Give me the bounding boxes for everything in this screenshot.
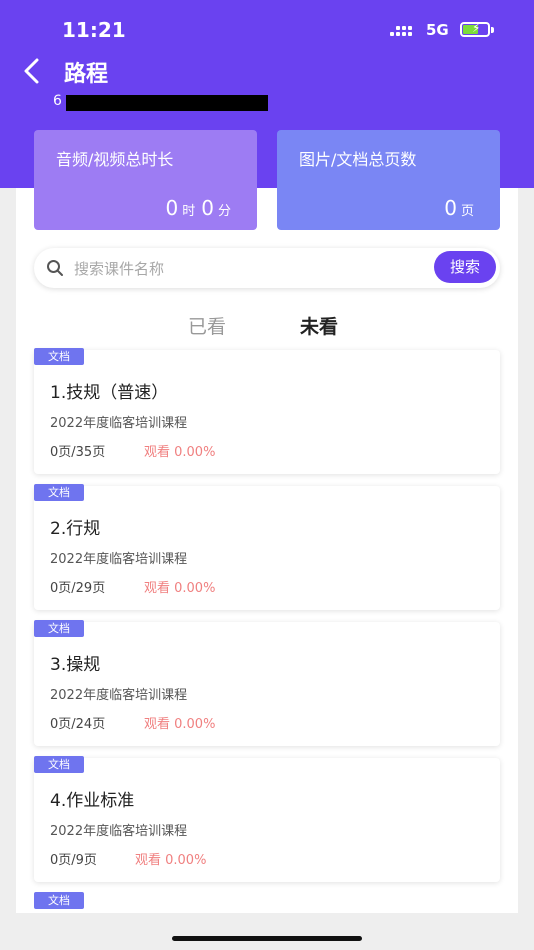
course-progress: 观看 0.00%: [144, 717, 216, 732]
course-title: 2.行规: [50, 519, 101, 539]
network-label: 5G: [426, 21, 449, 39]
course-card[interactable]: 文档 4.作业标准 2022年度临客培训课程 0页/9页 观看 0.00%: [34, 756, 500, 882]
course-subtitle: 2022年度临客培训课程: [50, 416, 188, 431]
course-page-count: 0页/9页: [50, 853, 97, 868]
media-hours-value: 0: [165, 196, 179, 220]
doc-type-badge: 文档: [34, 484, 84, 501]
course-page-count: 0页/35页: [50, 445, 106, 460]
page-title: 路程: [64, 62, 109, 87]
course-subtitle: 2022年度临客培训课程: [50, 824, 188, 839]
media-minutes-value: 0: [201, 196, 214, 220]
user-id-prefix: 6: [53, 93, 62, 109]
course-card-partial[interactable]: 文档: [34, 892, 500, 913]
doc-pages-card: 图片/文档总页数 0页: [277, 130, 500, 230]
course-card[interactable]: 文档 1.技规（普速） 2022年度临客培训课程 0页/35页 观看 0.00%: [34, 348, 500, 474]
course-progress: 观看 0.00%: [144, 445, 216, 460]
course-card[interactable]: 文档 3.操规 2022年度临客培训课程 0页/24页 观看 0.00%: [34, 620, 500, 746]
back-button[interactable]: [18, 56, 48, 86]
home-indicator: [172, 936, 362, 941]
doc-type-badge: 文档: [34, 620, 84, 637]
chevron-left-icon: [24, 58, 39, 84]
media-duration-value: 0时0分: [166, 196, 238, 220]
battery-icon: ⚡: [460, 21, 490, 37]
doc-pages-value: 0页: [444, 196, 480, 220]
pages-unit: 页: [460, 204, 474, 219]
redacted-user-id: [66, 95, 268, 111]
hours-unit: 时: [182, 204, 196, 219]
course-page-count: 0页/29页: [50, 581, 106, 596]
signal-icon: [390, 24, 414, 38]
search-icon: [47, 260, 63, 276]
status-time: 11:21: [62, 18, 126, 42]
tab-unwatched[interactable]: 未看: [300, 312, 338, 339]
search-input[interactable]: [72, 256, 456, 282]
search-bar: 搜索: [34, 248, 500, 288]
search-button[interactable]: 搜索: [434, 251, 496, 283]
course-subtitle: 2022年度临客培训课程: [50, 688, 188, 703]
course-title: 3.操规: [50, 655, 101, 675]
course-progress: 观看 0.00%: [135, 853, 207, 868]
course-page-count: 0页/24页: [50, 717, 106, 732]
media-duration-card: 音频/视频总时长 0时0分: [34, 130, 257, 230]
course-card[interactable]: 文档 2.行规 2022年度临客培训课程 0页/29页 观看 0.00%: [34, 484, 500, 610]
minutes-unit: 分: [217, 204, 231, 219]
course-subtitle: 2022年度临客培训课程: [50, 552, 188, 567]
status-bar: 11:21 5G ⚡: [0, 0, 534, 60]
course-title: 4.作业标准: [50, 791, 135, 811]
doc-type-badge: 文档: [34, 756, 84, 773]
doc-pages-title: 图片/文档总页数: [299, 150, 417, 169]
media-duration-title: 音频/视频总时长: [56, 150, 174, 169]
battery-tip: [491, 27, 494, 33]
doc-pages-count: 0: [444, 196, 457, 220]
course-progress: 观看 0.00%: [144, 581, 216, 596]
doc-type-badge: 文档: [34, 892, 84, 909]
tab-watched[interactable]: 已看: [188, 312, 226, 339]
course-title: 1.技规（普速）: [50, 383, 169, 403]
doc-type-badge: 文档: [34, 348, 84, 365]
